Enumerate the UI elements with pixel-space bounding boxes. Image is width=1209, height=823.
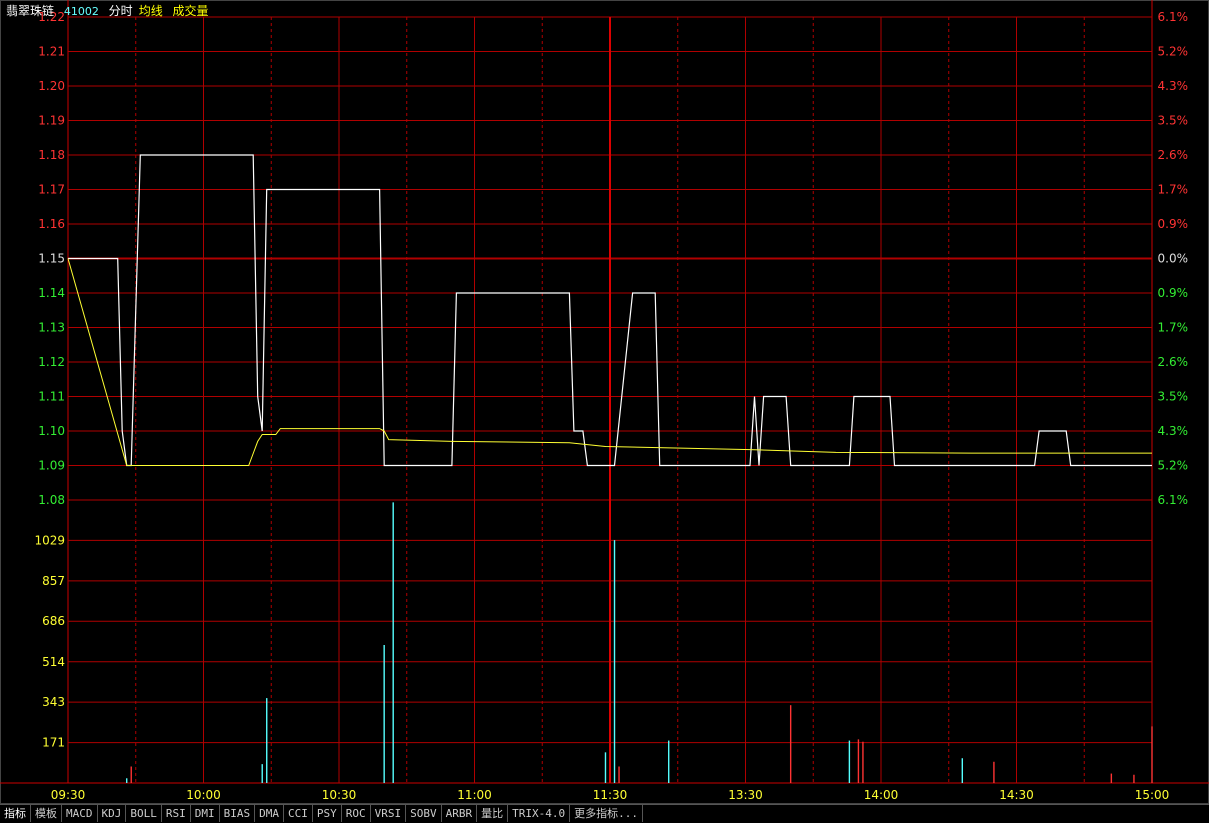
time-tick-label: 14:00 bbox=[864, 788, 899, 802]
price-tick-label: 1.14 bbox=[38, 286, 65, 300]
indicator-tab[interactable]: MACD bbox=[62, 805, 98, 822]
indicator-tab[interactable]: 指标 bbox=[0, 805, 31, 822]
price-tick-label: 1.20 bbox=[38, 79, 65, 93]
indicator-tab[interactable]: RSI bbox=[162, 805, 191, 822]
price-tick-label: 1.21 bbox=[38, 45, 65, 59]
time-tick-label: 11:00 bbox=[457, 788, 492, 802]
time-tick-label: 09:30 bbox=[51, 788, 86, 802]
indicator-tab[interactable]: KDJ bbox=[98, 805, 127, 822]
indicator-tab[interactable]: BIAS bbox=[220, 805, 256, 822]
percent-tick-label: 6.1% bbox=[1158, 493, 1189, 507]
price-tick-label: 1.17 bbox=[38, 183, 65, 197]
indicator-tab[interactable]: SOBV bbox=[406, 805, 442, 822]
percent-tick-label: 4.3% bbox=[1158, 79, 1189, 93]
indicator-tab[interactable]: 模板 bbox=[31, 805, 62, 822]
percent-tick-label: 6.1% bbox=[1158, 10, 1189, 24]
volume-tick-label: 1029 bbox=[34, 533, 65, 547]
indicator-tab[interactable]: ROC bbox=[342, 805, 371, 822]
price-tick-label: 1.19 bbox=[38, 114, 65, 128]
indicator-tab[interactable]: TRIX-4.0 bbox=[508, 805, 571, 822]
indicator-tab[interactable]: 更多指标... bbox=[570, 805, 643, 822]
indicator-tab[interactable]: VRSI bbox=[371, 805, 407, 822]
percent-tick-label: 3.5% bbox=[1158, 390, 1189, 404]
time-tick-label: 10:30 bbox=[322, 788, 357, 802]
price-tick-label: 1.13 bbox=[38, 321, 65, 335]
percent-tick-label: 1.7% bbox=[1158, 321, 1189, 335]
percent-tick-label: 2.6% bbox=[1158, 148, 1189, 162]
avg-label: 均线 bbox=[138, 4, 163, 18]
price-tick-label: 1.16 bbox=[38, 217, 65, 231]
indicator-tab[interactable]: PSY bbox=[313, 805, 342, 822]
percent-tick-label: 3.5% bbox=[1158, 114, 1189, 128]
chart-title: 翡翠珠链 41002 分时 均线 成交量 bbox=[6, 2, 215, 18]
indicator-tab[interactable]: 量比 bbox=[477, 805, 509, 822]
vol-label: 成交量 bbox=[172, 4, 209, 18]
indicator-tab[interactable]: DMI bbox=[191, 805, 220, 822]
percent-tick-label: 5.2% bbox=[1158, 459, 1189, 473]
percent-tick-label: 2.6% bbox=[1158, 355, 1189, 369]
stock-name: 翡翠珠链 bbox=[6, 4, 55, 18]
percent-tick-label: 5.2% bbox=[1158, 45, 1189, 59]
percent-tick-label: 0.9% bbox=[1158, 286, 1189, 300]
price-tick-label: 1.10 bbox=[38, 424, 65, 438]
volume-tick-label: 857 bbox=[42, 574, 65, 588]
price-tick-label: 1.12 bbox=[38, 355, 65, 369]
percent-tick-label: 1.7% bbox=[1158, 183, 1189, 197]
time-tick-label: 11:30 bbox=[593, 788, 628, 802]
time-tick-label: 13:30 bbox=[728, 788, 763, 802]
indicator-tab[interactable]: BOLL bbox=[126, 805, 162, 822]
price-tick-label: 1.09 bbox=[38, 459, 65, 473]
indicator-tab[interactable]: CCI bbox=[284, 805, 313, 822]
stock-code: 41002 bbox=[63, 5, 99, 18]
volume-tick-label: 686 bbox=[42, 614, 65, 628]
volume-tick-label: 171 bbox=[42, 736, 65, 750]
price-tick-label: 1.18 bbox=[38, 148, 65, 162]
time-tick-label: 15:00 bbox=[1135, 788, 1170, 802]
price-tick-label: 1.08 bbox=[38, 493, 65, 507]
percent-tick-label: 4.3% bbox=[1158, 424, 1189, 438]
price-tick-label: 1.11 bbox=[38, 390, 65, 404]
indicator-tab[interactable]: ARBR bbox=[442, 805, 478, 822]
indicator-tab[interactable]: DMA bbox=[255, 805, 284, 822]
time-tick-label: 10:00 bbox=[186, 788, 221, 802]
percent-tick-label: 0.0% bbox=[1158, 252, 1189, 266]
percent-tick-label: 0.9% bbox=[1158, 217, 1189, 231]
time-tick-label: 14:30 bbox=[999, 788, 1034, 802]
indicator-tab-bar: 指标 模板 MACD KDJ BOLL RSI DMI BIAS DMA CCI PSY ROC VRS… bbox=[0, 804, 1209, 823]
price-tick-label: 1.15 bbox=[38, 252, 65, 266]
volume-tick-label: 343 bbox=[42, 695, 65, 709]
intraday-chart[interactable]: 1.22 6.1%1.21 5.2%1.20 4.3%1.19 3.5%1.18 2.6%… bbox=[0, 0, 1209, 804]
volume-tick-label: 514 bbox=[42, 655, 65, 669]
mode-label: 分时 bbox=[108, 4, 133, 18]
